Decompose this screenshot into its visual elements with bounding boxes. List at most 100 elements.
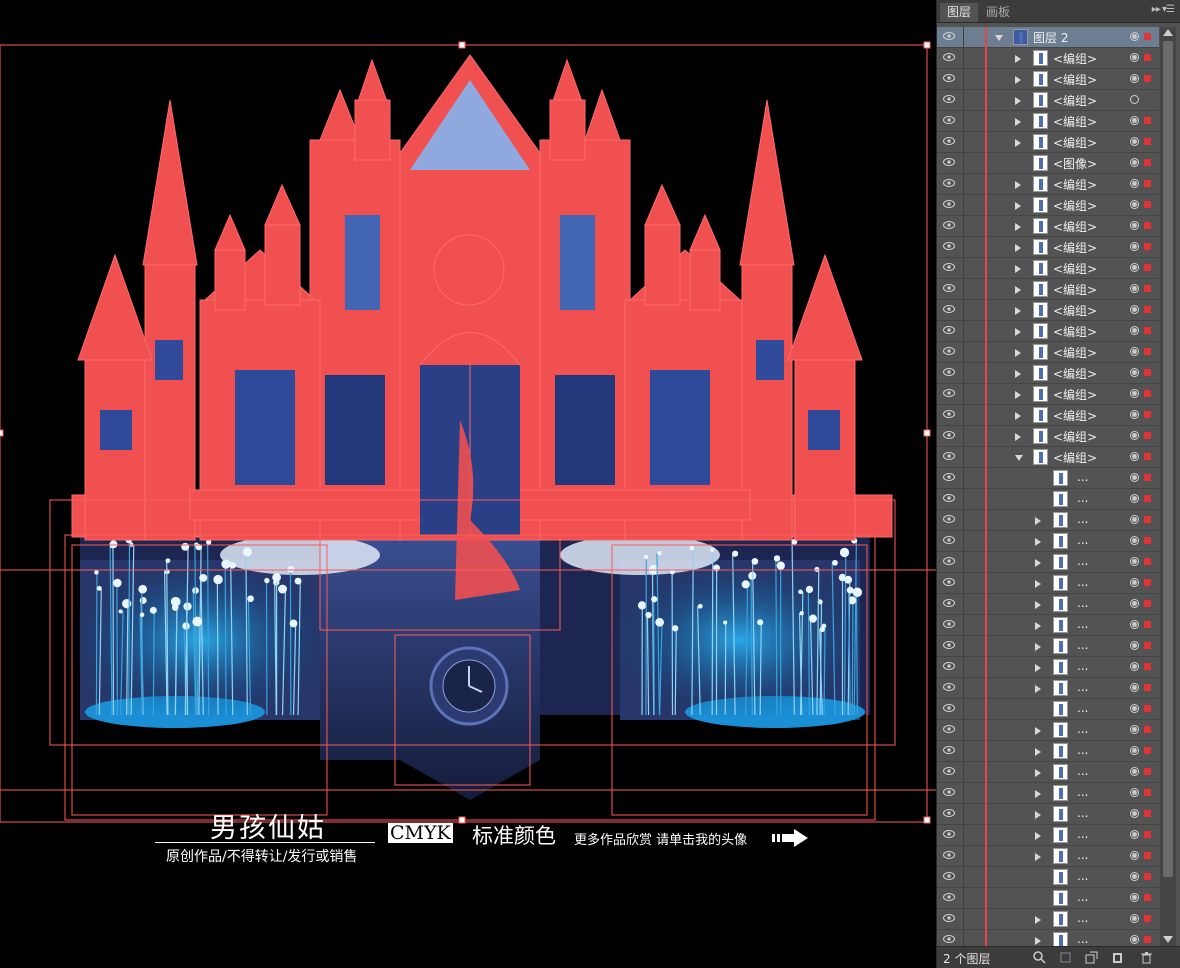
visibility-eye-icon[interactable] (943, 263, 955, 271)
expand-triangle-icon[interactable] (1035, 538, 1041, 546)
lock-toggle[interactable] (963, 447, 964, 468)
lock-toggle[interactable] (963, 363, 964, 384)
visibility-eye-icon[interactable] (943, 179, 955, 187)
layer-name[interactable]: <编组> (1053, 239, 1097, 256)
layer-name[interactable]: ... (1077, 764, 1088, 778)
visibility-eye-icon[interactable] (943, 389, 955, 397)
new-layer-icon[interactable] (1111, 951, 1124, 964)
selection-indicator[interactable] (1144, 852, 1151, 859)
layer-row[interactable]: <编组> (937, 69, 1159, 90)
visibility-eye-icon[interactable] (943, 32, 955, 40)
target-circle-icon[interactable] (1130, 536, 1139, 545)
layer-name[interactable]: <编组> (1053, 113, 1097, 130)
layer-row[interactable]: <编组> (937, 300, 1159, 321)
selection-indicator[interactable] (1144, 642, 1151, 649)
lock-toggle[interactable] (963, 825, 964, 846)
target-circle-icon[interactable] (1130, 347, 1139, 356)
layer-name[interactable]: ... (1077, 848, 1088, 862)
visibility-eye-icon[interactable] (943, 830, 955, 838)
target-circle-icon[interactable] (1130, 830, 1139, 839)
target-circle-icon[interactable] (1130, 809, 1139, 818)
scroll-thumb[interactable] (1163, 41, 1173, 877)
visibility-eye-icon[interactable] (943, 578, 955, 586)
target-circle-icon[interactable] (1130, 305, 1139, 314)
lock-toggle[interactable] (963, 615, 964, 636)
layer-name[interactable]: <编组> (1053, 365, 1097, 382)
layer-row[interactable]: ... (937, 804, 1159, 825)
selection-indicator[interactable] (1144, 138, 1151, 145)
expand-triangle-icon[interactable] (1015, 370, 1021, 378)
selection-indicator[interactable] (1144, 369, 1151, 376)
layer-row[interactable]: ... (937, 825, 1159, 846)
layer-row[interactable]: <编组> (937, 405, 1159, 426)
selection-indicator[interactable] (1144, 705, 1151, 712)
layer-row[interactable]: ... (937, 909, 1159, 930)
clipping-mask-icon[interactable] (1059, 951, 1072, 964)
visibility-eye-icon[interactable] (943, 200, 955, 208)
layer-row[interactable]: ... (937, 594, 1159, 615)
visibility-eye-icon[interactable] (943, 641, 955, 649)
expand-triangle-icon[interactable] (1035, 916, 1041, 924)
selection-indicator[interactable] (1144, 600, 1151, 607)
layer-name[interactable]: ... (1077, 554, 1088, 568)
layer-name[interactable]: <编组> (1053, 134, 1097, 151)
lock-toggle[interactable] (963, 48, 964, 69)
selection-indicator[interactable] (1144, 831, 1151, 838)
target-circle-icon[interactable] (1130, 74, 1139, 83)
selection-indicator[interactable] (1144, 285, 1151, 292)
expand-triangle-icon[interactable] (1035, 769, 1041, 777)
layer-row[interactable]: ... (937, 720, 1159, 741)
expand-triangle-icon[interactable] (1035, 937, 1041, 945)
layer-name[interactable]: <编组> (1053, 176, 1097, 193)
expand-triangle-icon[interactable] (1035, 685, 1041, 693)
expand-triangle-icon[interactable] (1015, 139, 1021, 147)
expand-triangle-icon[interactable] (1035, 853, 1041, 861)
layer-name[interactable]: ... (1077, 743, 1088, 757)
selection-indicator[interactable] (1144, 516, 1151, 523)
selection-indicator[interactable] (1144, 894, 1151, 901)
layer-row[interactable]: ... (937, 678, 1159, 699)
target-circle-icon[interactable] (1130, 620, 1139, 629)
lock-toggle[interactable] (963, 132, 964, 153)
lock-toggle[interactable] (963, 888, 964, 909)
lock-toggle[interactable] (963, 720, 964, 741)
visibility-eye-icon[interactable] (943, 95, 955, 103)
layer-name[interactable]: ... (1077, 785, 1088, 799)
visibility-eye-icon[interactable] (943, 914, 955, 922)
target-circle-icon[interactable] (1130, 725, 1139, 734)
search-icon[interactable] (1033, 951, 1046, 964)
visibility-eye-icon[interactable] (943, 74, 955, 82)
lock-toggle[interactable] (963, 426, 964, 447)
target-circle-icon[interactable] (1130, 494, 1139, 503)
expand-triangle-icon[interactable] (1035, 748, 1041, 756)
selection-indicator[interactable] (1144, 327, 1151, 334)
target-circle-icon[interactable] (1130, 704, 1139, 713)
selection-indicator[interactable] (1144, 495, 1151, 502)
lock-toggle[interactable] (963, 867, 964, 888)
expand-triangle-icon[interactable] (1015, 118, 1021, 126)
target-circle-icon[interactable] (1130, 473, 1139, 482)
target-circle-icon[interactable] (1130, 95, 1139, 104)
tab-layers[interactable]: 图层 (940, 3, 978, 22)
layer-row[interactable]: ... (937, 531, 1159, 552)
lock-toggle[interactable] (963, 573, 964, 594)
expand-triangle-icon[interactable] (1035, 811, 1041, 819)
expand-triangle-icon[interactable] (1035, 664, 1041, 672)
selection-indicator[interactable] (1144, 579, 1151, 586)
selection-indicator[interactable] (1144, 621, 1151, 628)
selection-indicator[interactable] (1144, 663, 1151, 670)
expand-triangle-icon[interactable] (1015, 349, 1021, 357)
selection-indicator[interactable] (1144, 348, 1151, 355)
lock-toggle[interactable] (963, 384, 964, 405)
layer-row[interactable]: <编组> (937, 384, 1159, 405)
expand-triangle-icon[interactable] (1035, 643, 1041, 651)
target-circle-icon[interactable] (1130, 389, 1139, 398)
expand-triangle-icon[interactable] (1015, 391, 1021, 399)
layer-row[interactable]: ... (937, 615, 1159, 636)
selection-indicator[interactable] (1144, 75, 1151, 82)
visibility-eye-icon[interactable] (943, 620, 955, 628)
expand-triangle-icon[interactable] (1035, 601, 1041, 609)
layer-row[interactable]: ... (937, 510, 1159, 531)
visibility-eye-icon[interactable] (943, 158, 955, 166)
layer-name[interactable]: <编组> (1053, 302, 1097, 319)
